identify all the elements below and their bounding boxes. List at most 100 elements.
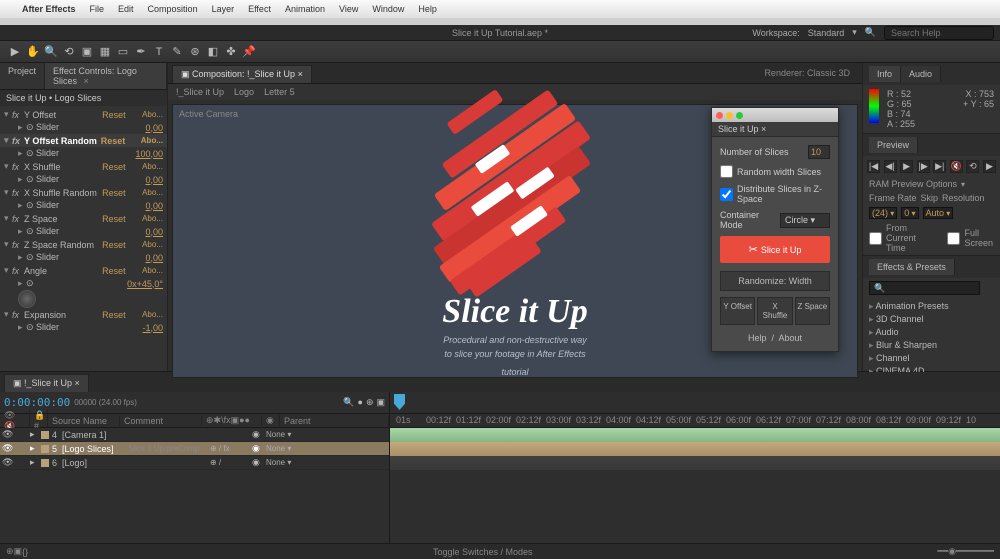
ep-category[interactable]: Channel <box>863 352 1000 365</box>
last-frame-button[interactable]: ▶| <box>933 160 946 173</box>
layer-bars[interactable] <box>390 428 1000 543</box>
angle-knob[interactable] <box>18 290 36 308</box>
traffic-close-icon[interactable] <box>716 112 723 119</box>
hand-tool[interactable]: ✋ <box>24 43 42 61</box>
ec-prop[interactable]: ▾fxY OffsetResetAbo... <box>0 108 167 121</box>
zoom-slider[interactable]: ━━◉━━━━━━━ <box>937 546 994 557</box>
pan-behind-tool[interactable]: ▦ <box>96 43 114 61</box>
tl-icon-1[interactable]: ⊕ <box>6 546 14 557</box>
ec-prop[interactable]: ▾fxY Offset RandomResetAbo... <box>0 134 167 147</box>
menu-effect[interactable]: Effect <box>248 4 271 14</box>
prev-frame-button[interactable]: ◀| <box>884 160 897 173</box>
ec-prop[interactable]: ▾fxExpansionResetAbo... <box>0 308 167 321</box>
ec-slider[interactable]: ▸⊙ 0x+45,0° <box>0 277 167 290</box>
ec-slider[interactable]: ▸⊙ Slider100,00 <box>0 147 167 160</box>
tl-opt2-icon[interactable]: ⊕ <box>366 397 374 408</box>
tab-composition[interactable]: ▣ Composition: !_Slice it Up × <box>172 65 312 83</box>
ec-slider[interactable]: ▸⊙ Slider0,00 <box>0 121 167 134</box>
layer-bar-camera[interactable] <box>390 428 1000 442</box>
timeline-layer[interactable]: 👁▸4[Camera 1]◉None ▾ <box>0 428 389 442</box>
slice-it-up-panel[interactable]: Slice it Up × Number of Slices Random wi… <box>711 107 839 352</box>
brush-tool[interactable]: ✎ <box>168 43 186 61</box>
layer-bar-slices[interactable] <box>390 442 1000 456</box>
tl-opt1-icon[interactable]: ● <box>358 397 363 408</box>
from-current-checkbox[interactable] <box>869 232 882 245</box>
selection-tool[interactable]: ▶ <box>6 43 24 61</box>
ep-category[interactable]: Audio <box>863 326 1000 339</box>
menu-animation[interactable]: Animation <box>285 4 325 14</box>
camera-tool[interactable]: ▣ <box>78 43 96 61</box>
tab-preview[interactable]: Preview <box>869 137 918 153</box>
shape-tool[interactable]: ▭ <box>114 43 132 61</box>
ec-slider[interactable]: ▸⊙ Slider0,00 <box>0 251 167 264</box>
layer-bar-logo[interactable] <box>390 456 1000 470</box>
play-button[interactable]: ▶ <box>900 160 913 173</box>
menu-layer[interactable]: Layer <box>212 4 235 14</box>
randomize-width-button[interactable]: Randomize: Width <box>720 271 830 291</box>
tab-project[interactable]: Project <box>0 63 45 89</box>
ep-category[interactable]: Animation Presets <box>863 300 1000 313</box>
ec-prop[interactable]: ▾fxAngleResetAbo... <box>0 264 167 277</box>
tl-icon-2[interactable]: ▣ <box>14 546 23 557</box>
menu-view[interactable]: View <box>339 4 358 14</box>
tab-info[interactable]: Info <box>869 66 901 82</box>
ec-prop[interactable]: ▾fxZ SpaceResetAbo... <box>0 212 167 225</box>
container-mode-select[interactable]: Circle ▾ <box>780 213 830 228</box>
tab-audio[interactable]: Audio <box>901 66 941 82</box>
next-frame-button[interactable]: |▶ <box>917 160 930 173</box>
time-ruler[interactable] <box>390 392 1000 414</box>
loop-button[interactable]: ⟲ <box>966 160 979 173</box>
ec-slider[interactable]: ▸⊙ Slider-1,00 <box>0 321 167 334</box>
plugin-about-link[interactable]: About <box>779 333 803 343</box>
y-offset-button[interactable]: Y Offset <box>720 297 755 325</box>
plugin-help-link[interactable]: Help <box>748 333 767 343</box>
plugin-titlebar[interactable] <box>712 108 838 122</box>
x-shuffle-button[interactable]: X Shuffle <box>757 297 792 325</box>
mute-button[interactable]: 🔇 <box>950 160 963 173</box>
menu-composition[interactable]: Composition <box>148 4 198 14</box>
ec-slider[interactable]: ▸⊙ Slider0,00 <box>0 225 167 238</box>
cti-icon[interactable] <box>394 394 405 410</box>
crumb-2[interactable]: Letter 5 <box>264 87 295 97</box>
traffic-max-icon[interactable] <box>736 112 743 119</box>
ec-slider[interactable]: ▸⊙ Slider0,00 <box>0 173 167 186</box>
menu-edit[interactable]: Edit <box>118 4 134 14</box>
toggle-switches-button[interactable]: Toggle Switches / Modes <box>433 547 533 557</box>
crumb-1[interactable]: Logo <box>234 87 254 97</box>
z-space-button[interactable]: Z Space <box>795 297 830 325</box>
rotate-tool[interactable]: ⟲ <box>60 43 78 61</box>
text-tool[interactable]: T <box>150 43 168 61</box>
timeline-layer[interactable]: 👁▸5[Logo Slices]Slice it Up preComp⊕ / f… <box>0 442 389 456</box>
search-help-input[interactable] <box>884 26 994 40</box>
renderer-value[interactable]: Classic 3D <box>807 68 850 78</box>
num-slices-input[interactable] <box>808 145 830 159</box>
tab-effects-presets[interactable]: Effects & Presets <box>869 259 955 275</box>
crumb-0[interactable]: !_Slice it Up <box>176 87 224 97</box>
ec-prop[interactable]: ▾fxX ShuffleResetAbo... <box>0 160 167 173</box>
pen-tool[interactable]: ✒ <box>132 43 150 61</box>
fullscreen-checkbox[interactable] <box>947 232 960 245</box>
tl-opt3-icon[interactable]: ▣ <box>376 397 385 408</box>
ram-preview-label[interactable]: RAM Preview Options <box>869 179 957 189</box>
tl-icon-3[interactable]: {} <box>22 547 28 557</box>
composition-viewport[interactable]: Active Camera Slice it Up Procedural and… <box>172 104 858 378</box>
menu-help[interactable]: Help <box>418 4 437 14</box>
search-icon[interactable]: 🔍 <box>343 397 354 408</box>
ec-prop[interactable]: ▾fxZ Space RandomResetAbo... <box>0 238 167 251</box>
traffic-min-icon[interactable] <box>726 112 733 119</box>
first-frame-button[interactable]: |◀ <box>867 160 880 173</box>
zoom-tool[interactable]: 🔍 <box>42 43 60 61</box>
menu-window[interactable]: Window <box>372 4 404 14</box>
roto-tool[interactable]: ✤ <box>222 43 240 61</box>
clone-tool[interactable]: ⊛ <box>186 43 204 61</box>
ec-prop[interactable]: ▾fxX Shuffle RandomResetAbo... <box>0 186 167 199</box>
ram-preview-button[interactable]: ▶ <box>983 160 996 173</box>
timecode[interactable]: 0:00:00:00 <box>4 396 70 409</box>
ec-slider[interactable]: ▸⊙ Slider0,00 <box>0 199 167 212</box>
skip-select[interactable]: 0 ▾ <box>901 207 918 219</box>
app-menu[interactable]: After Effects <box>22 4 76 14</box>
plugin-tab[interactable]: Slice it Up × <box>712 122 838 137</box>
tab-effect-controls[interactable]: Effect Controls: Logo Slices × <box>45 63 167 89</box>
distribute-z-checkbox[interactable] <box>720 188 733 201</box>
puppet-tool[interactable]: 📌 <box>240 43 258 61</box>
